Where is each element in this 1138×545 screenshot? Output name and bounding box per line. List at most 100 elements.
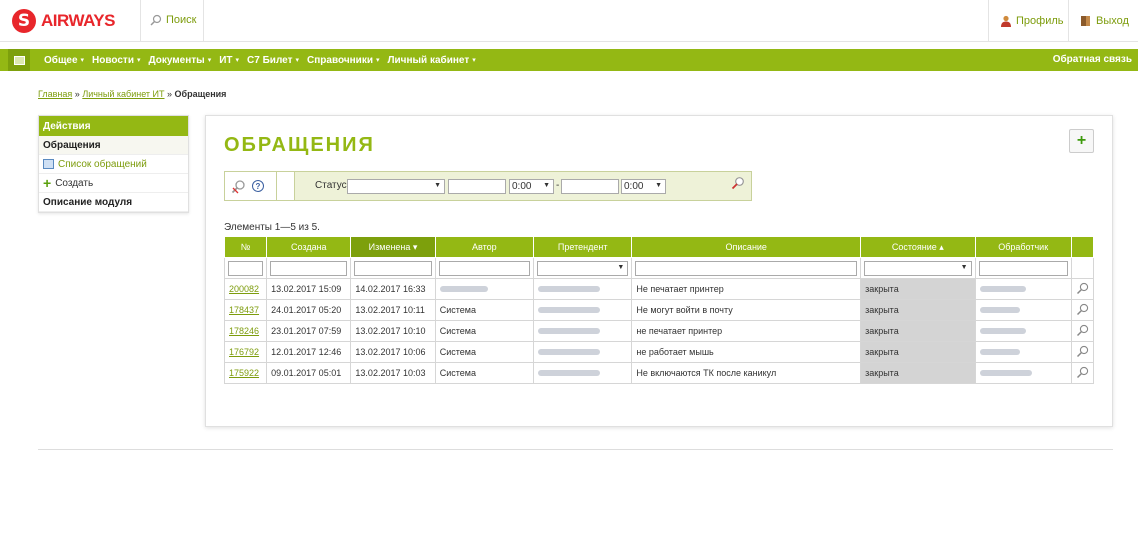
feedback-link[interactable]: Обратная связь <box>1053 54 1132 65</box>
footer-divider <box>38 449 1113 450</box>
col-applicant[interactable]: Претендент <box>533 236 633 258</box>
search-icon <box>150 14 162 26</box>
view-icon[interactable] <box>1076 324 1089 337</box>
reset-search-icon[interactable] <box>231 179 246 194</box>
nav-home-button[interactable] <box>8 49 30 71</box>
chevron-down-icon: ▾ <box>375 57 380 64</box>
nav-item-directories[interactable]: Справочники ▾ <box>303 55 383 66</box>
table-row: 176792 12.01.2017 12:46 13.02.2017 10:06… <box>223 341 1095 363</box>
profile-link[interactable]: Профиль <box>1000 15 1064 27</box>
request-id-link[interactable]: 178437 <box>229 305 259 315</box>
nav-item-it[interactable]: ИТ ▾ <box>215 55 243 66</box>
filter-author-input[interactable] <box>438 260 531 276</box>
cell-applicant-redacted <box>533 320 633 342</box>
view-icon[interactable] <box>1076 345 1089 358</box>
plus-icon: + <box>43 175 52 191</box>
chevron-down-icon: ▾ <box>472 57 476 64</box>
view-icon[interactable] <box>1076 366 1089 379</box>
sidebar-item-create[interactable]: + Создать <box>39 174 188 193</box>
col-handler[interactable]: Обработчик <box>974 236 1072 258</box>
cell-description: не работает мышь <box>631 341 862 363</box>
time-to-select[interactable]: 0:00 ▼ <box>621 179 666 194</box>
divider <box>1068 0 1069 42</box>
col-number[interactable]: № <box>223 236 268 258</box>
cell-author: Система <box>434 320 535 342</box>
breadcrumb-sep: » <box>167 89 173 99</box>
sidebar-item-requests[interactable]: Обращения <box>39 136 188 155</box>
breadcrumb-cabinet[interactable]: Личный кабинет ИТ <box>82 89 164 99</box>
view-icon[interactable] <box>1076 282 1089 295</box>
requests-table: № Создана Изменена ▾ Автор Претендент Оп… <box>223 236 1095 384</box>
request-id-link[interactable]: 176792 <box>229 347 259 357</box>
cell-author-redacted <box>434 278 535 300</box>
chevron-down-icon: ▾ <box>80 57 85 64</box>
table-filter-row: ▼ ▼ <box>223 257 1095 279</box>
cell-author: Система <box>434 299 535 321</box>
chevron-down-icon: ▼ <box>960 263 968 271</box>
filter-tools: ? <box>225 172 277 200</box>
s7-logo[interactable]: S AIRWAYS <box>12 9 115 33</box>
nav-item-general[interactable]: Общее ▾ <box>40 55 88 66</box>
chevron-down-icon: ▼ <box>434 182 441 189</box>
cell-applicant-redacted <box>533 341 633 363</box>
filter-created-input[interactable] <box>270 260 348 276</box>
filter-handler-input[interactable] <box>978 260 1068 276</box>
filter-spacer <box>277 172 295 200</box>
sidebar-item-request-list[interactable]: Список обращений <box>39 155 188 174</box>
filter-applicant-select[interactable]: ▼ <box>537 260 629 276</box>
cell-state: закрыта <box>860 278 976 300</box>
redacted-text <box>538 286 601 292</box>
sort-desc-icon: ▾ <box>412 241 418 252</box>
nav-item-news[interactable]: Новости ▾ <box>88 55 144 66</box>
time-from-select[interactable]: 0:00 ▼ <box>509 179 554 194</box>
chevron-down-icon: ▼ <box>655 182 662 189</box>
chevron-down-icon: ▾ <box>207 57 212 64</box>
cell-state: закрыта <box>860 320 976 342</box>
exit-link[interactable]: Выход <box>1080 15 1129 27</box>
main-nav: Общее ▾ Новости ▾ Документы ▾ ИТ ▾ С7 Билет ▾… <box>0 49 1138 71</box>
request-id-link[interactable]: 200082 <box>229 284 259 294</box>
filter-state-select[interactable]: ▼ <box>864 260 972 276</box>
filter-number-input[interactable] <box>228 260 264 276</box>
nav-items: Общее ▾ Новости ▾ Документы ▾ ИТ ▾ С7 Билет ▾… <box>40 55 480 66</box>
nav-item-personal-cabinet[interactable]: Личный кабинет ▾ <box>383 55 479 66</box>
items-count: Элементы 1—5 из 5. <box>224 222 320 233</box>
request-id-link[interactable]: 175922 <box>229 368 259 378</box>
filter-bar: ? Статус ▼ 0:00 ▼ - 0:00 ▼ <box>224 171 752 201</box>
view-icon[interactable] <box>1076 303 1089 316</box>
exit-door-icon <box>1081 16 1090 26</box>
request-id-link[interactable]: 178246 <box>229 326 259 336</box>
breadcrumb-home[interactable]: Главная <box>38 89 72 99</box>
add-request-button[interactable]: + <box>1069 129 1094 153</box>
filter-modified-input[interactable] <box>354 260 432 276</box>
cell-modified: 13.02.2017 10:03 <box>350 362 436 384</box>
col-modified[interactable]: Изменена ▾ <box>350 236 436 258</box>
sidebar-title: Действия <box>39 116 188 136</box>
cell-description: не печатает принтер <box>631 320 862 342</box>
help-icon[interactable]: ? <box>252 180 264 192</box>
col-description[interactable]: Описание <box>631 236 862 258</box>
sort-asc-icon: ▴ <box>939 241 944 252</box>
nav-item-s7-ticket[interactable]: С7 Билет ▾ <box>243 55 303 66</box>
cell-modified: 13.02.2017 10:06 <box>350 341 436 363</box>
breadcrumb: Главная » Личный кабинет ИТ » Обращения <box>38 89 226 99</box>
filter-description-input[interactable] <box>635 260 858 276</box>
col-author[interactable]: Автор <box>434 236 535 258</box>
sidebar-item-module-description[interactable]: Описание модуля <box>39 193 188 212</box>
nav-item-documents[interactable]: Документы ▾ <box>144 55 215 66</box>
date-from-input[interactable] <box>448 179 506 194</box>
cell-handler-redacted <box>974 278 1072 300</box>
search-icon[interactable] <box>731 176 745 190</box>
cell-author: Система <box>434 362 535 384</box>
col-state[interactable]: Состояние ▴ <box>860 236 976 258</box>
col-created[interactable]: Создана <box>266 236 352 258</box>
user-icon <box>1001 15 1011 27</box>
cell-state: закрыта <box>860 341 976 363</box>
cell-handler-redacted <box>974 320 1072 342</box>
chevron-down-icon: ▾ <box>136 57 141 64</box>
cell-description: Не печатает принтер <box>631 278 862 300</box>
cell-state: закрыта <box>860 299 976 321</box>
date-to-input[interactable] <box>561 179 619 194</box>
search-link[interactable]: Поиск <box>150 14 196 26</box>
status-select[interactable]: ▼ <box>347 179 445 194</box>
